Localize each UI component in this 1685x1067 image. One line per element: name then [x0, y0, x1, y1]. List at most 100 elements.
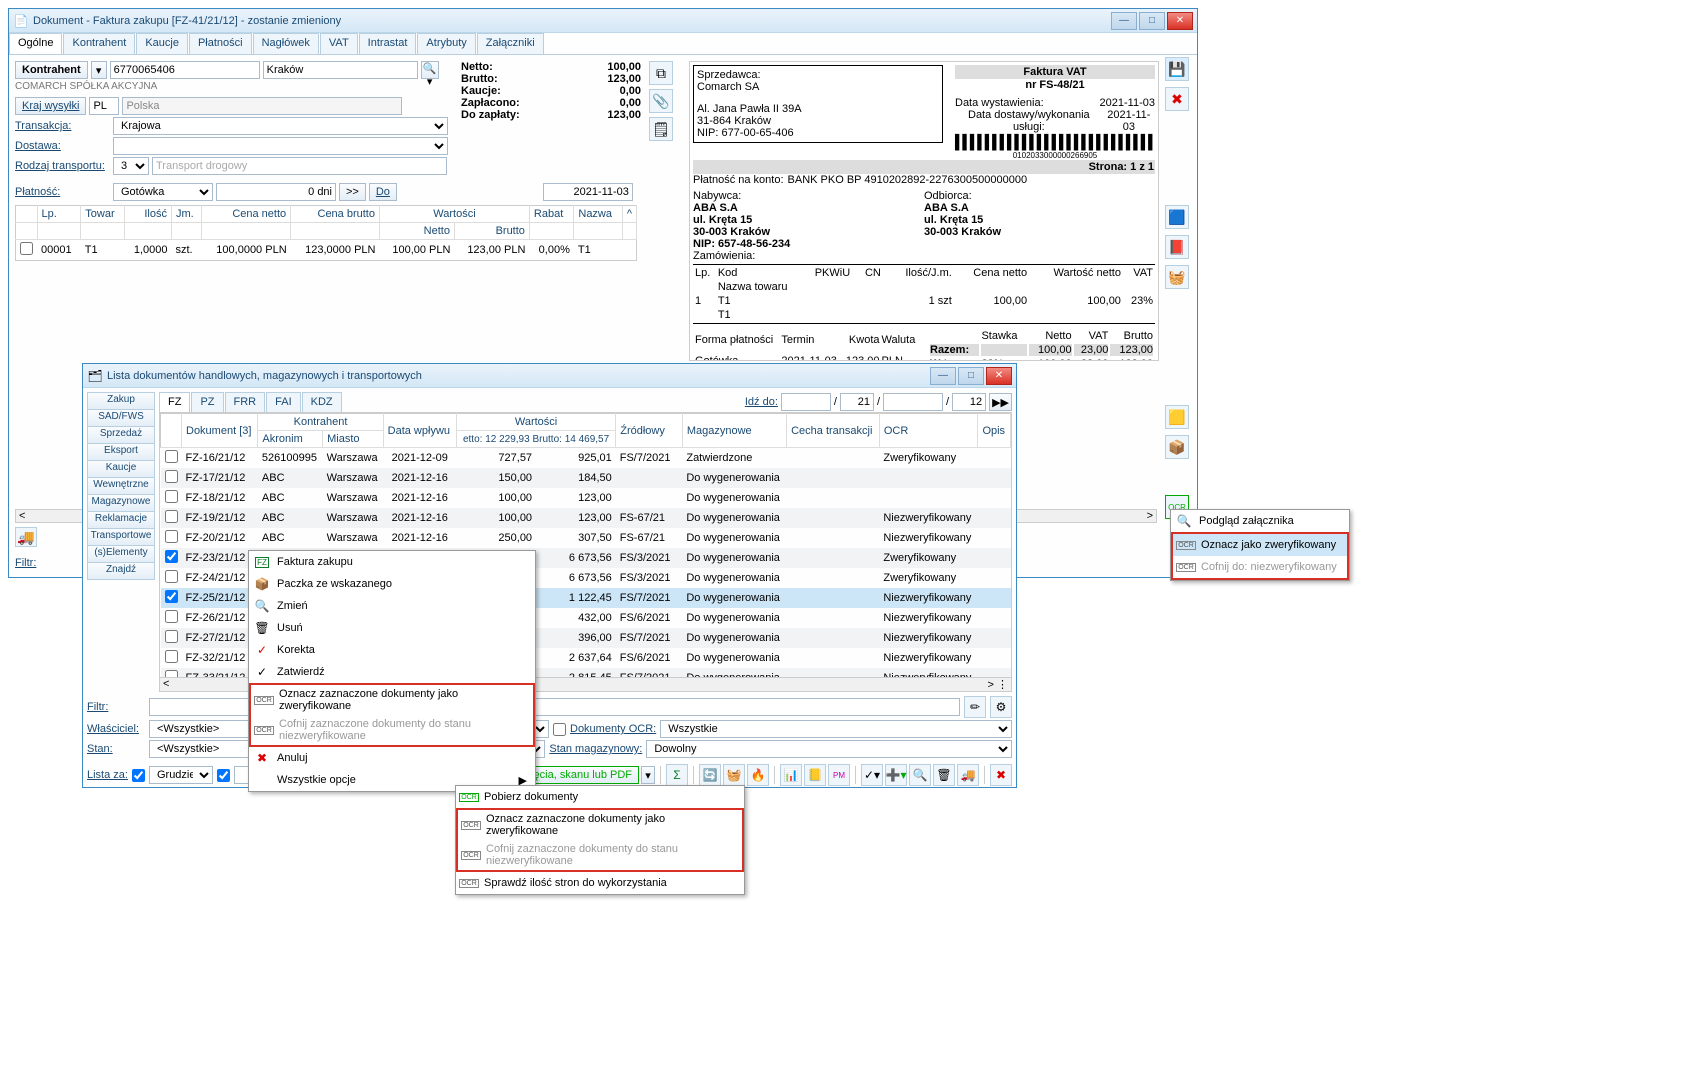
ctx-item[interactable]: 🗑Usuń: [249, 617, 535, 639]
basket-icon[interactable]: 🧺: [723, 764, 745, 786]
ctx-item[interactable]: OCROznacz zaznaczone dokumenty jako zwer…: [458, 810, 742, 840]
plus-icon[interactable]: ➕▾: [885, 764, 907, 786]
lista-chk2[interactable]: [217, 769, 230, 782]
close-button[interactable]: ✕: [986, 367, 1012, 385]
idz-input[interactable]: [781, 393, 831, 411]
pag-mid[interactable]: [883, 393, 943, 411]
book2-icon[interactable]: 📒: [804, 764, 826, 786]
transakcja-select[interactable]: Krajowa: [113, 117, 448, 135]
month-select[interactable]: Grudzień: [149, 766, 213, 784]
tab-atrybuty[interactable]: Atrybuty: [417, 33, 475, 54]
vat2-icon[interactable]: 🟨: [1165, 405, 1189, 429]
tab-płatności[interactable]: Płatności: [189, 33, 252, 54]
copy-icon[interactable]: ⧉: [649, 61, 673, 85]
titlebar[interactable]: 📄 Dokument - Faktura zakupu [FZ-41/21/12…: [9, 9, 1197, 33]
kraj-code[interactable]: [89, 97, 119, 115]
go-button[interactable]: ▶▶: [989, 393, 1012, 411]
check-icon[interactable]: ✓▾: [861, 764, 883, 786]
cancel-icon[interactable]: ✖: [1165, 87, 1189, 111]
leftbtn-1[interactable]: SAD/FWS: [87, 409, 155, 427]
ctx-item[interactable]: OCROznacz zaznaczone dokumenty jako zwer…: [251, 685, 533, 715]
row-checkbox[interactable]: [165, 590, 178, 603]
row-checkbox[interactable]: [20, 242, 33, 255]
tab-intrastat[interactable]: Intrastat: [359, 33, 417, 54]
row-checkbox[interactable]: [165, 550, 178, 563]
kontrahent-button[interactable]: Kontrahent: [15, 61, 88, 79]
ctx-item[interactable]: OCRCofnij zaznaczone dokumenty do stanu …: [458, 840, 742, 870]
ctx-item[interactable]: ✓Korekta: [249, 639, 535, 661]
search2-icon[interactable]: 🔍: [909, 764, 931, 786]
package-icon[interactable]: 📦: [1165, 435, 1189, 459]
ctx-item[interactable]: ✖Anuluj: [249, 747, 535, 769]
maximize-button[interactable]: □: [958, 367, 984, 385]
ocr-checkbox[interactable]: [553, 723, 566, 736]
tab-nagłówek[interactable]: Nagłówek: [253, 33, 319, 54]
close-button[interactable]: ✕: [1167, 12, 1193, 30]
ctx-item[interactable]: OCRSprawdź ilość stron do wykorzystania: [456, 872, 744, 894]
stan-mag-select[interactable]: Dowolny: [646, 740, 1012, 758]
ctx-item[interactable]: 📦Paczka ze wskazanego: [249, 573, 535, 595]
vat-icon[interactable]: 🟦: [1165, 205, 1189, 229]
leftbtn-9[interactable]: (s)Elementy: [87, 545, 155, 563]
save-icon[interactable]: 💾: [1165, 57, 1189, 81]
leftbtn-6[interactable]: Magazynowe: [87, 494, 155, 512]
dni-input[interactable]: [216, 183, 336, 201]
dostawa-select[interactable]: [113, 137, 448, 155]
leftbtn-5[interactable]: Wewnętrzne: [87, 477, 155, 495]
row-checkbox[interactable]: [165, 650, 178, 663]
kontrahent-city[interactable]: [263, 61, 418, 79]
subtab-FRR[interactable]: FRR: [225, 392, 266, 412]
sigma-icon[interactable]: Σ: [666, 764, 688, 786]
trash-icon[interactable]: 🗑: [933, 764, 955, 786]
table-row[interactable]: FZ-18/21/12ABCWarszawa2021-12-16100,0012…: [161, 488, 1011, 508]
subtab-FZ[interactable]: FZ: [159, 392, 190, 412]
note-icon[interactable]: 🗒: [649, 117, 673, 141]
clip-icon[interactable]: 📎: [649, 89, 673, 113]
kontrahent-dropdown[interactable]: ▾: [91, 61, 107, 79]
tab-ogólne[interactable]: Ogólne: [9, 33, 62, 54]
ocr-select[interactable]: Wszystkie: [660, 720, 1012, 738]
forward-button[interactable]: >>: [339, 183, 366, 201]
subtab-FAI[interactable]: FAI: [266, 392, 301, 412]
leftbtn-3[interactable]: Eksport: [87, 443, 155, 461]
chart-icon[interactable]: 📊: [780, 764, 802, 786]
platnosc-select[interactable]: Gotówka: [113, 183, 213, 201]
leftbtn-2[interactable]: Sprzedaż: [87, 426, 155, 444]
leftbtn-8[interactable]: Transportowe: [87, 528, 155, 546]
ctx-item[interactable]: OCROznacz jako zweryfikowany: [1173, 534, 1347, 556]
basket-icon[interactable]: 🧺: [1165, 265, 1189, 289]
row-checkbox[interactable]: [165, 530, 178, 543]
fire-icon[interactable]: 🔥: [747, 764, 769, 786]
leftbtn-4[interactable]: Kaucje: [87, 460, 155, 478]
kontrahent-code[interactable]: [110, 61, 260, 79]
row-checkbox[interactable]: [165, 630, 178, 643]
book-icon[interactable]: 📕: [1165, 235, 1189, 259]
lista-chk1[interactable]: [132, 769, 145, 782]
do-button[interactable]: Do: [369, 183, 397, 201]
subtab-KDZ[interactable]: KDZ: [302, 392, 342, 412]
tab-vat[interactable]: VAT: [320, 33, 358, 54]
maximize-button[interactable]: □: [1139, 12, 1165, 30]
pm-icon[interactable]: PM: [828, 764, 850, 786]
tab-kaucje[interactable]: Kaucje: [136, 33, 188, 54]
table-row[interactable]: FZ-19/21/12ABCWarszawa2021-12-16100,0012…: [161, 508, 1011, 528]
tab-załączniki[interactable]: Załączniki: [477, 33, 544, 54]
truck-icon[interactable]: 🚚: [15, 527, 37, 547]
kontrahent-search[interactable]: 🔍▾: [421, 61, 439, 79]
row-checkbox[interactable]: [165, 510, 178, 523]
minimize-button[interactable]: —: [1111, 12, 1137, 30]
row-checkbox[interactable]: [165, 610, 178, 623]
row-checkbox[interactable]: [165, 670, 178, 678]
close2-icon[interactable]: ✖: [990, 764, 1012, 786]
table-row[interactable]: 00001T1 1,0000szt. 100,0000 PLN123,0000 …: [16, 240, 637, 261]
ctx-item[interactable]: 🔍Podgląd załącznika: [1171, 510, 1349, 532]
truck2-icon[interactable]: 🚚: [957, 764, 979, 786]
ctx-item[interactable]: OCRCofnij do: niezweryfikowany: [1173, 556, 1347, 578]
row-checkbox[interactable]: [165, 450, 178, 463]
subtab-PZ[interactable]: PZ: [191, 392, 223, 412]
table-row[interactable]: FZ-20/21/12ABCWarszawa2021-12-16250,0030…: [161, 528, 1011, 548]
pag2-input[interactable]: [952, 393, 986, 411]
leftbtn-0[interactable]: Zakup: [87, 392, 155, 410]
tab-kontrahent[interactable]: Kontrahent: [63, 33, 135, 54]
table-row[interactable]: FZ-17/21/12ABCWarszawa2021-12-16150,0018…: [161, 468, 1011, 488]
